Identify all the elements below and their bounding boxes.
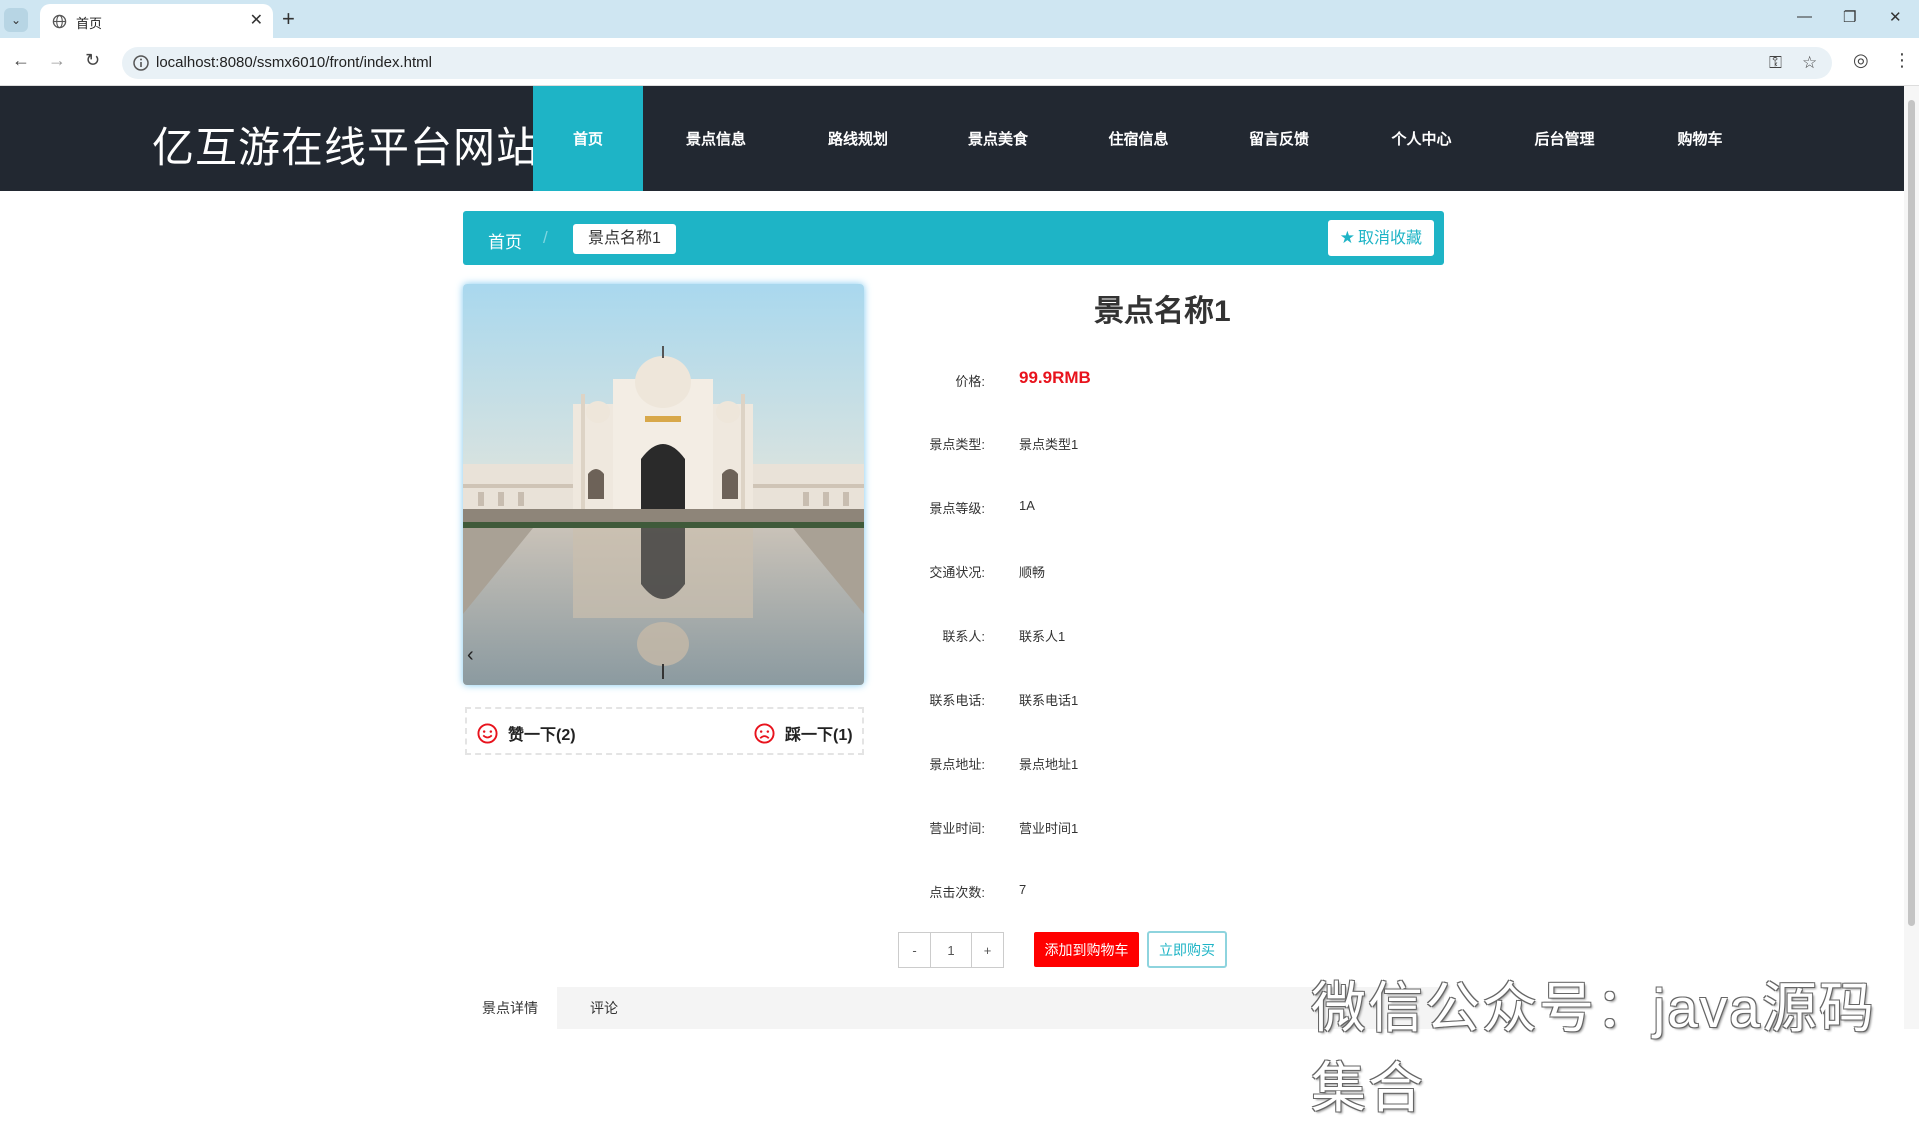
back-icon[interactable]: ← (12, 50, 30, 71)
row-value-traffic: 顺畅 (1019, 565, 1046, 580)
nav-scenic-info[interactable]: 景点信息 (643, 86, 789, 191)
detail-title: 景点名称1 (1094, 295, 1231, 328)
price-label: 价格: (955, 374, 985, 389)
site-brand: 亿互游在线平台网站 (152, 124, 540, 171)
row-label-clicks: 点击次数: (929, 885, 985, 900)
row-value-type: 景点类型1 (1019, 437, 1079, 452)
row-value-clicks: 7 (1019, 882, 1027, 897)
like-button[interactable]: 赞一下(2) (477, 721, 576, 745)
frown-icon (754, 722, 775, 744)
menu-kebab-icon[interactable]: ⋮ (1893, 50, 1911, 71)
breadcrumb-home-link[interactable]: 首页 (488, 228, 522, 253)
row-label-traffic: 交通状况: (929, 565, 985, 580)
unfavorite-button[interactable]: ★ 取消收藏 (1327, 220, 1434, 256)
tab-title: 首页 (76, 16, 103, 31)
star-icon: ★ (1339, 228, 1355, 247)
page-scrollbar[interactable] (1904, 86, 1919, 1029)
buy-now-button[interactable]: 立即购买 (1147, 931, 1227, 968)
row-label-address: 景点地址: (929, 757, 985, 772)
row-value-hours: 营业时间1 (1019, 821, 1079, 836)
reload-icon[interactable]: ↻ (85, 50, 100, 71)
row-label-contact: 联系人: (942, 629, 985, 644)
add-to-cart-button[interactable]: 添加到购物车 (1034, 932, 1139, 967)
browser-tab-strip: ⌄ 首页 ✕ + — ❐ ✕ (0, 0, 1919, 38)
site-info-icon[interactable] (132, 54, 150, 72)
row-value-phone: 联系电话1 (1019, 693, 1079, 708)
breadcrumb: 首页 / 景点名称1 ★ 取消收藏 (463, 211, 1444, 265)
tab-close-icon[interactable]: ✕ (250, 10, 263, 30)
globe-icon (52, 14, 67, 29)
minimize-icon[interactable]: — (1797, 8, 1812, 25)
window-close-icon[interactable]: ✕ (1889, 8, 1902, 26)
url-text: localhost:8080/ssmx6010/front/index.html (156, 54, 432, 71)
watermark-text: 微信公众号：java源码集合 (1311, 977, 1876, 1119)
quantity-increase-button[interactable]: + (971, 932, 1004, 968)
nav-home[interactable]: 首页 (533, 86, 643, 191)
forward-icon[interactable]: → (48, 50, 66, 71)
restore-icon[interactable]: ❐ (1843, 8, 1856, 26)
detail-tabs: 景点详情 评论 (463, 987, 1444, 1029)
smile-icon (477, 722, 498, 744)
nav-personal-center[interactable]: 个人中心 (1350, 86, 1493, 191)
mosque-photo-image (463, 284, 864, 685)
row-label-level: 景点等级: (929, 501, 985, 516)
breadcrumb-separator: / (543, 228, 548, 247)
nav-scenic-food[interactable]: 景点美食 (927, 86, 1069, 191)
nav-feedback[interactable]: 留言反馈 (1208, 86, 1350, 191)
nav-route-planning[interactable]: 路线规划 (789, 86, 927, 191)
quantity-stepper: - 1 + (898, 932, 1004, 968)
row-label-type: 景点类型: (929, 437, 985, 452)
scrollbar-thumb[interactable] (1908, 100, 1915, 926)
browser-toolbar: ← → ↻ localhost:8080/ssmx6010/front/inde… (0, 38, 1919, 86)
price-value: 99.9RMB (1019, 368, 1091, 387)
quantity-input[interactable]: 1 (931, 932, 971, 968)
site-header: 亿互游在线平台网站 首页 景点信息 路线规划 景点美食 住宿信息 留言反馈 个人… (0, 86, 1904, 191)
row-label-hours: 营业时间: (929, 821, 985, 836)
scenic-photo: ‹ (463, 284, 864, 685)
nav-cart[interactable]: 购物车 (1636, 86, 1764, 191)
new-tab-icon[interactable]: + (282, 6, 295, 32)
carousel-prev-icon[interactable]: ‹ (467, 644, 474, 667)
unfavorite-label: 取消收藏 (1357, 230, 1422, 247)
nav-lodging-info[interactable]: 住宿信息 (1069, 86, 1208, 191)
tab-comments[interactable]: 评论 (557, 987, 651, 1029)
row-value-level: 1A (1019, 498, 1035, 513)
row-value-contact: 联系人1 (1019, 629, 1066, 644)
browser-tab[interactable]: 首页 ✕ (40, 4, 273, 38)
quantity-decrease-button[interactable]: - (898, 932, 931, 968)
tab-scenic-detail[interactable]: 景点详情 (463, 987, 557, 1029)
like-count-label: 赞一下(2) (508, 727, 576, 744)
row-value-address: 景点地址1 (1019, 757, 1079, 772)
breadcrumb-current: 景点名称1 (573, 224, 676, 254)
tab-search-chevron-icon[interactable]: ⌄ (4, 8, 28, 32)
nav-admin[interactable]: 后台管理 (1493, 86, 1636, 191)
dislike-count-label: 踩一下(1) (785, 727, 853, 744)
profile-icon[interactable]: ◎ (1853, 50, 1869, 71)
row-label-phone: 联系电话: (929, 693, 985, 708)
vote-box: 赞一下(2) 踩一下(1) (465, 707, 864, 755)
password-key-icon[interactable]: ⚿ (1769, 53, 1782, 73)
main-nav: 首页 景点信息 路线规划 景点美食 住宿信息 留言反馈 个人中心 后台管理 购物… (533, 86, 1764, 191)
bookmark-star-icon[interactable]: ☆ (1802, 53, 1817, 73)
address-bar[interactable]: localhost:8080/ssmx6010/front/index.html… (122, 47, 1832, 79)
dislike-button[interactable]: 踩一下(1) (754, 721, 853, 745)
